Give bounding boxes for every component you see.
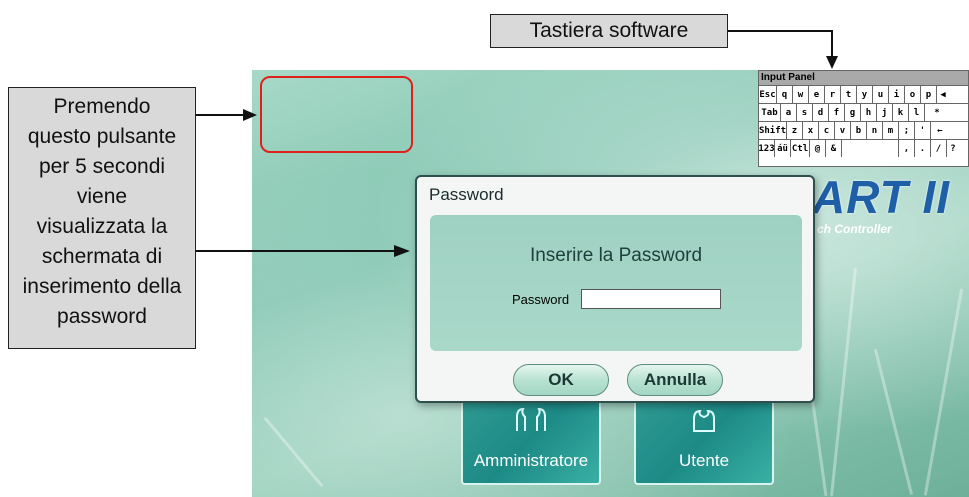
key[interactable]: ? [947,140,959,157]
password-label: Password [512,292,570,307]
feather-decoration [263,416,324,488]
key[interactable]: j [877,104,893,121]
user-icon [693,409,715,432]
key[interactable]: o [905,86,921,103]
ctrl-key[interactable]: Ctl [791,140,810,157]
callout-line-text: schermata di [41,245,163,268]
key[interactable]: & [826,140,842,157]
callout-line-text: inserimento della [22,275,182,298]
enter-key[interactable]: ← [931,122,949,139]
key[interactable]: * [925,104,949,121]
key[interactable]: t [841,86,857,103]
keyboard-callout-text: Tastiera software [529,19,689,42]
key[interactable]: u [873,86,889,103]
key[interactable]: v [835,122,851,139]
arrowhead-icon [826,56,838,69]
dialog-title: Password [429,185,504,204]
key[interactable]: @ [810,140,826,157]
key[interactable]: w [793,86,809,103]
key[interactable]: , [899,140,915,157]
dialog-heading: Inserire la Password [529,245,703,266]
key[interactable]: . [915,140,931,157]
input-panel-title: Input Panel [759,71,968,85]
key[interactable]: r [825,86,841,103]
key[interactable]: ; [899,122,915,139]
hold-button-callout: Premendo questo pulsante per 5 secondi v… [8,87,196,349]
key[interactable]: g [845,104,861,121]
key[interactable]: Esc [759,86,777,103]
callout-line [196,250,394,252]
key[interactable]: / [931,140,947,157]
callout-line-text: per 5 secondi [38,155,166,178]
callout-line-text: visualizzata la [36,215,168,238]
callout-line [728,30,832,32]
keyboard-row: Shift z x c v b n m ; ' ← [759,121,968,139]
accent-key[interactable]: áü [775,140,791,157]
callout-line-text: viene [76,185,128,208]
keyboard-row: Tab a s d f g h j k l * [759,103,968,121]
password-dialog: Password Inserire la Password Password O… [415,175,815,403]
password-input[interactable] [581,289,721,309]
soft-keyboard-panel: Input Panel Esc q w e r t y u i o p ◀ Ta… [758,70,969,167]
key[interactable]: c [819,122,835,139]
key[interactable]: x [803,122,819,139]
callout-line [831,30,833,58]
key[interactable]: s [797,104,813,121]
key[interactable]: i [889,86,905,103]
callout-line-text: password [57,305,147,328]
grass-decoration [923,288,964,496]
key[interactable]: l [909,104,925,121]
key[interactable]: q [777,86,793,103]
dialog-content-panel: Inserire la Password Password [430,215,802,351]
administrator-icon [516,407,546,431]
user-tile[interactable]: Utente [634,395,774,485]
shift-key[interactable]: Shift [759,122,787,139]
callout-line-text: questo pulsante [27,125,177,148]
key[interactable]: d [813,104,829,121]
product-logo-subtitle: ch Controller [817,222,892,236]
keyboard-row: 123 áü Ctl @ & , . / ? [759,139,968,157]
backspace-key[interactable]: ◀ [937,86,949,103]
product-logo: ART II [812,171,951,223]
hidden-password-hotspot[interactable] [260,76,413,153]
key[interactable]: e [809,86,825,103]
cancel-button[interactable]: Annulla [627,364,723,396]
callout-line-text: Premendo [53,95,151,118]
user-label: Utente [678,451,730,470]
key[interactable]: m [883,122,899,139]
grass-decoration [829,267,858,497]
key[interactable]: z [787,122,803,139]
key[interactable]: h [861,104,877,121]
keyboard-row: Esc q w e r t y u i o p ◀ [759,85,968,103]
ok-button[interactable]: OK [513,364,609,396]
space-key[interactable] [842,140,899,157]
arrowhead-icon [243,109,257,121]
arrowhead-icon [394,245,410,257]
key[interactable]: k [893,104,909,121]
grass-decoration [873,348,914,496]
key[interactable]: p [921,86,937,103]
numeric-key[interactable]: 123 [759,140,775,157]
key[interactable]: Tab [759,104,781,121]
key[interactable]: f [829,104,845,121]
key[interactable]: n [867,122,883,139]
callout-line [196,114,244,116]
administrator-tile[interactable]: Amministratore [461,395,601,485]
key[interactable]: ' [915,122,931,139]
key[interactable]: b [851,122,867,139]
key[interactable]: a [781,104,797,121]
key[interactable]: y [857,86,873,103]
keyboard-callout: Tastiera software [490,14,728,48]
administrator-label: Amministratore [473,451,589,470]
